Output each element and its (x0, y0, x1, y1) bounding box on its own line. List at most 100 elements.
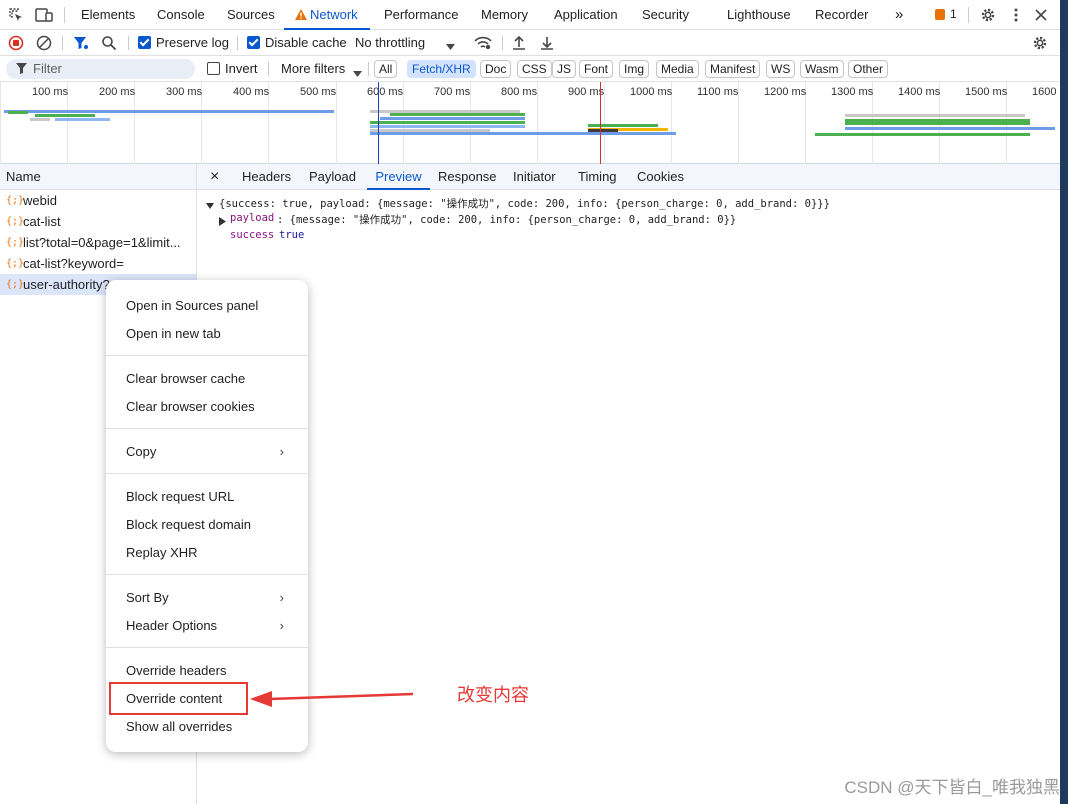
settings-gear-icon[interactable] (978, 5, 998, 25)
tab-memory[interactable]: Memory (481, 0, 528, 30)
filter-input[interactable]: Filter (6, 59, 195, 79)
filter-chip-wasm[interactable]: Wasm (800, 60, 844, 78)
expand-triangle-down-icon[interactable] (206, 198, 214, 213)
more-filters-button[interactable]: More filters (281, 56, 345, 82)
request-row[interactable]: {;} webid (0, 190, 196, 211)
tick-label: 600 ms (367, 86, 404, 98)
menu-block-url[interactable]: Block request URL (106, 484, 308, 510)
filter-chip-doc[interactable]: Doc (480, 60, 512, 78)
menu-header-options[interactable]: Header Options › (106, 613, 308, 639)
request-name: cat-list?keyword= (23, 256, 124, 271)
name-column-header[interactable]: Name (0, 164, 196, 190)
menu-separator (106, 428, 308, 429)
devtools-window: Elements Console Sources Network Perform… (0, 0, 1068, 804)
filter-chip-js[interactable]: JS (552, 60, 577, 78)
tick-label: 1000 ms (630, 86, 673, 98)
disable-cache-checkbox[interactable] (247, 36, 260, 49)
tab-recorder[interactable]: Recorder (815, 0, 868, 30)
menu-sort-by[interactable]: Sort By › (106, 585, 308, 611)
tick-label: 800 ms (501, 86, 538, 98)
network-conditions-wifi-icon[interactable] (474, 35, 492, 54)
network-toolbar: Preserve log Disable cache No throttling (0, 30, 1060, 56)
tab-preview[interactable]: Preview (367, 164, 430, 190)
search-icon[interactable] (101, 35, 117, 54)
close-detail-button[interactable]: × (210, 164, 219, 190)
clear-icon[interactable] (36, 35, 52, 54)
tab-security[interactable]: Security (642, 0, 689, 30)
tab-lighthouse[interactable]: Lighthouse (727, 0, 791, 30)
menu-open-new-tab[interactable]: Open in new tab (106, 321, 308, 347)
invert-label: Invert (225, 61, 258, 76)
more-options-icon[interactable] (1006, 5, 1026, 25)
tab-network[interactable]: Network (284, 0, 370, 30)
tab-payload[interactable]: Payload (309, 164, 356, 190)
network-settings-gear-icon[interactable] (1032, 35, 1048, 54)
tab-response[interactable]: Response (438, 164, 497, 190)
tab-application[interactable]: Application (554, 0, 618, 30)
menu-copy[interactable]: Copy › (106, 439, 308, 465)
record-stop-icon[interactable] (8, 35, 24, 54)
menu-override-headers[interactable]: Override headers (106, 658, 308, 684)
filter-chip-all[interactable]: All (374, 60, 398, 78)
filter-funnel-icon[interactable] (73, 35, 89, 54)
tab-headers[interactable]: Headers (242, 164, 291, 190)
tab-sources[interactable]: Sources (227, 0, 275, 30)
tab-elements[interactable]: Elements (81, 0, 135, 30)
inspect-element-icon[interactable] (6, 5, 26, 25)
menu-clear-cookies[interactable]: Clear browser cookies (106, 394, 308, 420)
throttling-select[interactable]: No throttling (355, 30, 425, 56)
menu-open-in-sources[interactable]: Open in Sources panel (106, 293, 308, 319)
filter-chip-font[interactable]: Font (579, 60, 614, 78)
window-edge (1060, 0, 1068, 804)
menu-clear-cache[interactable]: Clear browser cache (106, 366, 308, 392)
preserve-log-checkbox[interactable] (138, 36, 151, 49)
menu-separator (106, 355, 308, 356)
request-name: cat-list (23, 214, 61, 229)
filter-chip-manifest[interactable]: Manifest (705, 60, 761, 78)
tick-label: 100 ms (32, 86, 69, 98)
filter-funnel-small-icon (16, 62, 27, 78)
menu-replay-xhr[interactable]: Replay XHR (106, 540, 308, 566)
network-overview-timeline[interactable]: 100 ms 200 ms 300 ms 400 ms 500 ms 600 m… (0, 82, 1060, 164)
filter-chip-ws[interactable]: WS (766, 60, 796, 78)
expand-triangle-right-icon[interactable] (219, 214, 226, 229)
request-row[interactable]: {;} cat-list?keyword= (0, 253, 196, 274)
tick-label: 900 ms (568, 86, 605, 98)
timeline-bar (30, 118, 50, 121)
tick-label: 500 ms (300, 86, 337, 98)
chevron-right-icon: › (279, 444, 284, 459)
issues-icon[interactable] (935, 9, 945, 20)
chevron-down-icon (446, 39, 455, 54)
filter-chip-media[interactable]: Media (656, 60, 699, 78)
request-row[interactable]: {;} cat-list (0, 211, 196, 232)
tick-label: 1600 (1032, 86, 1057, 98)
filter-chip-other[interactable]: Other (848, 60, 889, 78)
filter-chip-img[interactable]: Img (619, 60, 650, 78)
tick-label: 1500 ms (965, 86, 1008, 98)
preview-payload-value: : {message: "操作成功", code: 200, info: {pe… (277, 214, 737, 226)
filter-chip-fetch-xhr[interactable]: Fetch/XHR (407, 60, 476, 78)
close-devtools-icon[interactable] (1031, 5, 1051, 25)
tab-initiator[interactable]: Initiator (513, 164, 556, 190)
tab-console[interactable]: Console (157, 0, 205, 30)
invert-checkbox[interactable] (207, 62, 220, 75)
tab-cookies[interactable]: Cookies (637, 164, 684, 190)
device-toolbar-icon[interactable] (34, 5, 54, 25)
tick-label: 300 ms (166, 86, 203, 98)
timeline-bar (55, 118, 110, 121)
export-har-download-icon[interactable] (540, 35, 554, 54)
import-har-upload-icon[interactable] (512, 35, 526, 54)
timeline-bar (845, 114, 1025, 117)
preview-success-value: true (279, 229, 305, 241)
tab-performance[interactable]: Performance (384, 0, 458, 30)
request-row[interactable]: {;} list?total=0&page=1&limit... (0, 232, 196, 253)
filter-chip-css[interactable]: CSS (517, 60, 552, 78)
preview-root-summary[interactable]: {success: true, payload: {message: "操作成功… (219, 196, 830, 211)
menu-block-domain[interactable]: Block request domain (106, 512, 308, 538)
menu-sort-by-label: Sort By (126, 590, 169, 605)
more-tabs-button[interactable]: » (895, 0, 903, 30)
menu-show-all-overrides[interactable]: Show all overrides (106, 714, 308, 740)
preview-key-payload[interactable]: payload (230, 212, 274, 224)
tab-timing[interactable]: Timing (578, 164, 617, 190)
highlight-box (109, 682, 248, 715)
